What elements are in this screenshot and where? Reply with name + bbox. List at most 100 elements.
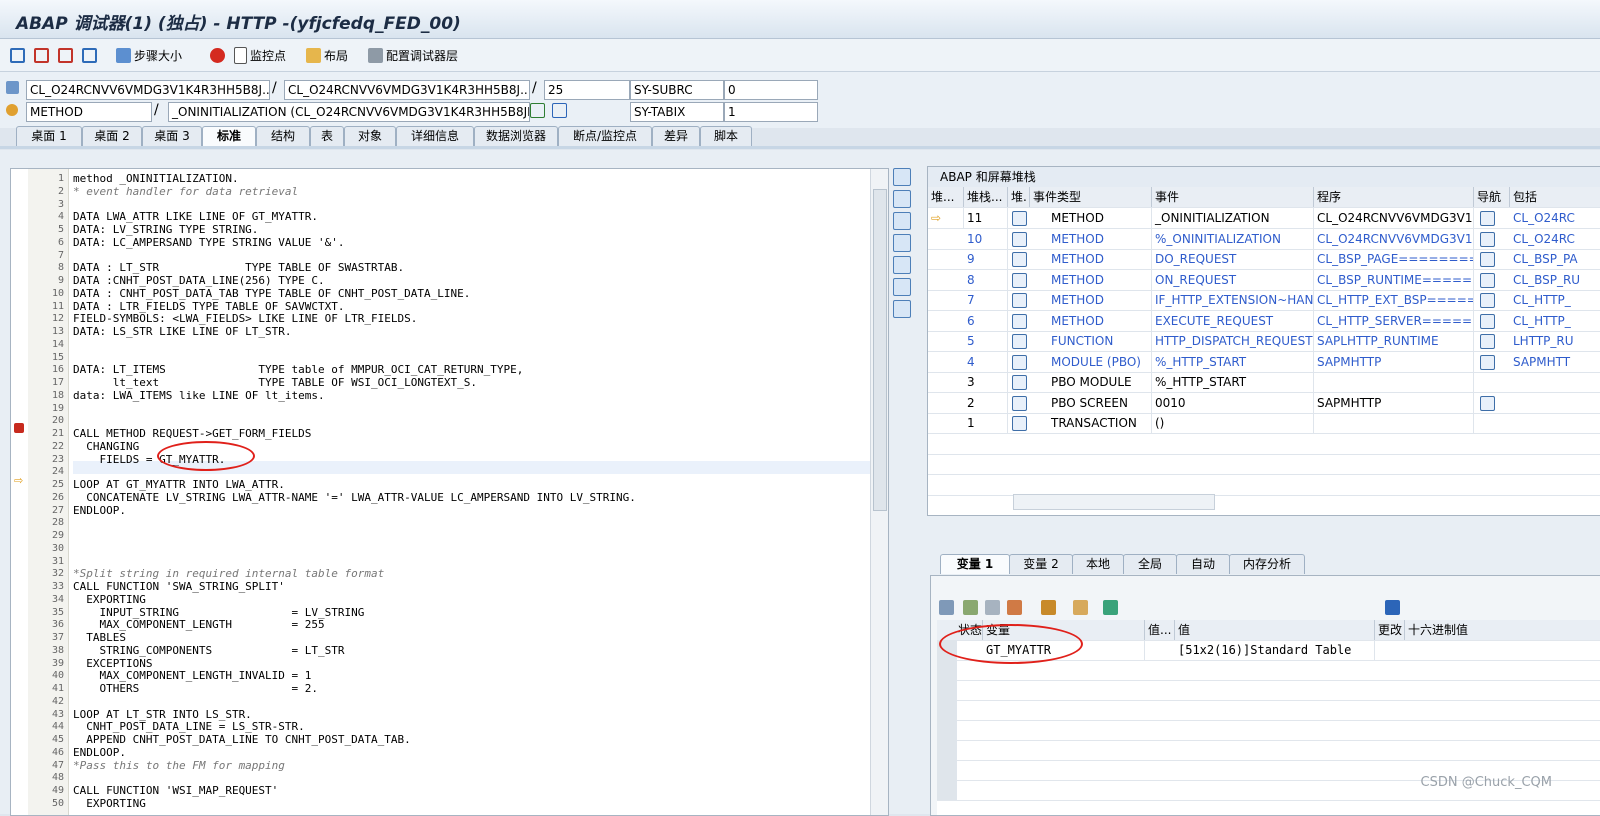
- navigate-icon[interactable]: [530, 103, 545, 118]
- stack-row[interactable]: 6 METHOD EXECUTE_REQUEST CL_HTTP_SERVER====…: [928, 310, 1600, 332]
- close-panel-icon[interactable]: [893, 168, 911, 186]
- variable-row[interactable]: [937, 660, 1600, 681]
- new-tool-icon[interactable]: [893, 190, 911, 208]
- breakpoint-icon[interactable]: [14, 423, 24, 433]
- stack-row[interactable]: 10 METHOD %_ONINITIALIZATION CL_O24RCNVV6VM…: [928, 228, 1600, 250]
- tab-10[interactable]: 差异: [652, 126, 700, 146]
- variable-tab-2[interactable]: 本地: [1072, 554, 1124, 574]
- row-selector[interactable]: [937, 740, 957, 760]
- tab-3[interactable]: 标准: [202, 126, 256, 146]
- tab-7[interactable]: 详细信息: [396, 126, 474, 146]
- delete-icon[interactable]: [939, 600, 954, 615]
- tab-6[interactable]: 对象: [344, 126, 396, 146]
- replace-tool-icon[interactable]: [893, 212, 911, 230]
- editor-scroll-thumb[interactable]: [873, 189, 887, 511]
- step-into-button[interactable]: [10, 45, 25, 65]
- breakpoint-gutter[interactable]: [11, 169, 29, 815]
- clear-icon[interactable]: [1007, 600, 1022, 615]
- row-selector[interactable]: [937, 660, 957, 680]
- variable-tab-1[interactable]: 变量 2: [1009, 554, 1073, 574]
- stack-row[interactable]: 9 METHODDO_REQUESTCL_BSP_PAGE=========...…: [928, 249, 1600, 270]
- navigate-icon[interactable]: [1480, 272, 1495, 288]
- navigate-icon[interactable]: [1480, 211, 1495, 226]
- variable-value-cell[interactable]: [51x2(16)]Standard Table: [1175, 640, 1375, 660]
- stack-row[interactable]: 4 MODULE (PBO) %_HTTP_START SAPMHTTP SAPMHTT: [928, 351, 1600, 373]
- stack-header-cell[interactable]: 包括: [1510, 187, 1600, 207]
- row-selector[interactable]: [937, 680, 957, 700]
- stop-button[interactable]: [210, 45, 225, 65]
- tab-0[interactable]: 桌面 1: [16, 126, 82, 146]
- step-return-button[interactable]: [58, 45, 73, 65]
- tab-2[interactable]: 桌面 3: [142, 126, 202, 146]
- tab-8[interactable]: 数据浏览器: [474, 126, 558, 146]
- navigate-icon[interactable]: [1480, 313, 1495, 329]
- stack-header-cell[interactable]: 程序: [1314, 187, 1474, 207]
- editor-scrollbar[interactable]: [870, 169, 888, 815]
- variable-row[interactable]: [937, 740, 1600, 761]
- row-selector[interactable]: [937, 760, 957, 780]
- save-icon[interactable]: [1385, 600, 1400, 615]
- navigate-icon[interactable]: [1480, 395, 1495, 411]
- navigate-icon[interactable]: [1480, 252, 1495, 267]
- variable-tab-3[interactable]: 全局: [1123, 554, 1177, 574]
- stack-header-cell[interactable]: 事件类型: [1030, 187, 1152, 207]
- sort-icon[interactable]: [1041, 600, 1056, 615]
- variables-header-cell[interactable]: 值...: [1145, 620, 1175, 640]
- export-icon[interactable]: [985, 600, 1000, 615]
- variable-tab-5[interactable]: 内存分析: [1229, 554, 1305, 574]
- stack-header-cell[interactable]: 事件: [1152, 187, 1314, 207]
- variable-tab-4[interactable]: 自动: [1176, 554, 1230, 574]
- sy-tabix-value[interactable]: 1: [724, 102, 818, 122]
- stack-header-cell[interactable]: 堆...: [928, 187, 964, 207]
- variable-row[interactable]: [937, 680, 1600, 701]
- navigate-icon[interactable]: [1480, 334, 1495, 349]
- tab-4[interactable]: 结构: [256, 126, 310, 146]
- line-field[interactable]: 25: [544, 80, 630, 100]
- transfer-icon[interactable]: [1073, 600, 1088, 615]
- services-icon[interactable]: [893, 278, 911, 296]
- stack-row[interactable]: 2 PBO SCREEN 0010 SAPMHTTP: [928, 392, 1600, 414]
- stack-row[interactable]: 5 FUNCTION HTTP_DISPATCH_REQUEST SAPLHTTP_R…: [928, 331, 1600, 352]
- row-selector[interactable]: [937, 720, 957, 740]
- variable-row[interactable]: [937, 720, 1600, 741]
- settings-icon[interactable]: [893, 300, 911, 318]
- tab-5[interactable]: 表: [310, 126, 344, 146]
- step-over-button[interactable]: [34, 45, 49, 65]
- program-field[interactable]: CL_O24RCNVV6VMDG3V1K4R3HH5B8J...: [26, 80, 270, 100]
- stack-row[interactable]: 3 PBO MODULE %_HTTP_START: [928, 372, 1600, 393]
- variables-header-cell[interactable]: 值: [1175, 620, 1375, 640]
- stack-row[interactable]: ⇨ 11 METHOD _ONINITIALIZATION CL_O24RCNVV6VM…: [928, 208, 1600, 229]
- variable-tab-0[interactable]: 变量 1: [940, 554, 1010, 574]
- stack-row[interactable]: 7 METHOD IF_HTTP_EXTENSION~HAN... CL_HTTP_E…: [928, 290, 1600, 311]
- maximize-icon[interactable]: [893, 234, 911, 252]
- stack-row[interactable]: 8 METHODON_REQUESTCL_BSP_RUNTIME======...…: [928, 269, 1600, 291]
- variable-row[interactable]: [937, 700, 1600, 721]
- tab-9[interactable]: 断点/监控点: [558, 126, 652, 146]
- variables-header-cell[interactable]: 十六进制值: [1405, 620, 1600, 640]
- row-selector[interactable]: [937, 700, 957, 720]
- import-icon[interactable]: [963, 600, 978, 615]
- stack-row[interactable]: 1 TRANSACTION(): [928, 413, 1600, 434]
- layout-button[interactable]: 布局: [306, 45, 348, 65]
- event-type-field[interactable]: METHOD: [26, 102, 152, 122]
- filter-icon[interactable]: [1103, 600, 1118, 615]
- variables-header-cell[interactable]: 更改: [1375, 620, 1405, 640]
- navigate-icon[interactable]: [1480, 354, 1495, 370]
- sy-subrc-value[interactable]: 0: [724, 80, 818, 100]
- include-field[interactable]: CL_O24RCNVV6VMDG3V1K4R3HH5B8J...: [284, 80, 530, 100]
- swap-icon[interactable]: [893, 256, 911, 274]
- stack-header-cell[interactable]: 堆.: [1008, 187, 1030, 207]
- navigate-icon[interactable]: [1480, 231, 1495, 247]
- event-field[interactable]: _ONINITIALIZATION (CL_O24RCNVV6VMDG3V1K4…: [168, 102, 530, 122]
- config-layer-button[interactable]: 配置调试器层: [368, 45, 458, 65]
- row-selector[interactable]: [937, 780, 957, 800]
- navigate-icon[interactable]: [1480, 293, 1495, 308]
- source-editor[interactable]: 1 2 3 4 5 6 7 8 9 10 11 12 13 14 15 16 17 18 19 20 21 22 23 24 2…: [10, 168, 889, 816]
- tab-1[interactable]: 桌面 2: [82, 126, 142, 146]
- stack-header-cell[interactable]: 堆栈...: [964, 187, 1008, 207]
- continue-button[interactable]: [82, 45, 97, 65]
- stack-header-cell[interactable]: 导航: [1474, 187, 1510, 207]
- info-icon[interactable]: [552, 103, 567, 118]
- watchpoint-button[interactable]: 监控点: [234, 45, 286, 65]
- tab-11[interactable]: 脚本: [700, 126, 752, 146]
